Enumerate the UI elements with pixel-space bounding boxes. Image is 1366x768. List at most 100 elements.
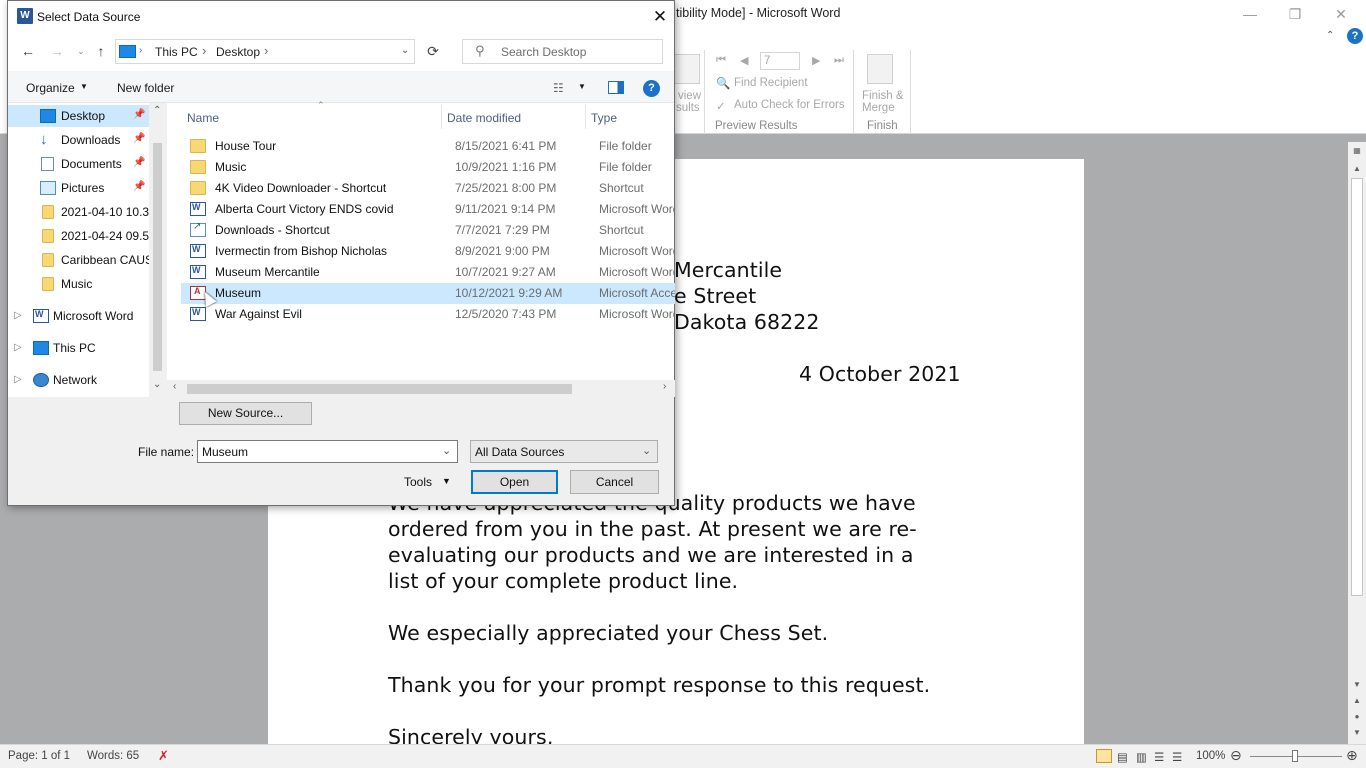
back-arrow-icon[interactable]: ← <box>19 42 37 60</box>
new-folder-button[interactable]: New folder <box>117 81 174 95</box>
first-record-icon[interactable]: ⏮ <box>716 54 726 67</box>
scroll-down-icon[interactable]: ⌄ <box>153 379 161 390</box>
file-row[interactable]: House Tour 8/15/2021 6:41 PM File folder <box>181 136 675 157</box>
preview-pane-icon[interactable] <box>608 81 624 94</box>
organize-button[interactable]: Organize <box>26 81 75 95</box>
view-options-icon[interactable]: ☷ <box>553 81 564 95</box>
restore-icon[interactable]: ❐ <box>1283 4 1307 24</box>
nav-item-desktop[interactable]: Desktop 📌 <box>8 105 149 127</box>
page-count[interactable]: Page: 1 of 1 <box>8 750 70 762</box>
file-name-input[interactable]: Museum ⌄ <box>197 440 458 463</box>
forward-arrow-icon[interactable]: → <box>48 42 66 60</box>
record-number-input[interactable]: 7 <box>760 52 800 70</box>
expand-chevron-icon[interactable]: ▷ <box>14 342 22 353</box>
horizontal-scrollbar[interactable]: ‹ › <box>167 380 675 397</box>
search-input[interactable]: ⚲ Search Desktop <box>462 39 663 64</box>
expand-chevron-icon[interactable]: ▷ <box>14 374 22 385</box>
draft-icon[interactable]: ☰ <box>1172 750 1182 764</box>
previous-page-icon[interactable]: ▲ <box>1348 694 1366 708</box>
file-row[interactable]: War Against Evil 12/5/2020 7:43 PM Micro… <box>181 304 675 325</box>
file-row[interactable]: Ivermectin from Bishop Nicholas 8/9/2021… <box>181 241 675 262</box>
print-layout-icon[interactable] <box>1096 749 1112 763</box>
previous-record-icon[interactable]: ◀ <box>740 54 748 67</box>
last-record-icon[interactable]: ⏭ <box>834 54 844 67</box>
nav-item-pictures[interactable]: Pictures 📌 <box>8 177 149 199</box>
browse-object-icon[interactable]: ● <box>1348 710 1366 724</box>
zoom-slider-thumb[interactable] <box>1292 750 1298 762</box>
recent-locations-chevron-icon[interactable]: ⌄ <box>72 42 90 60</box>
refresh-icon[interactable]: ⟳ <box>424 40 442 62</box>
file-row[interactable]: Museum Mercantile 10/7/2021 9:27 AM Micr… <box>181 262 675 283</box>
tools-button[interactable]: Tools ▼ <box>396 472 458 493</box>
navigation-scrollbar[interactable]: ⌃ ⌄ <box>149 103 166 397</box>
scroll-thumb[interactable] <box>153 143 162 371</box>
address-bar[interactable]: › This PC › Desktop › ⌄ <box>115 39 415 64</box>
dialog-titlebar[interactable]: W Select Data Source ✕ <box>8 1 674 32</box>
scroll-thumb[interactable] <box>1351 178 1363 596</box>
address-dropdown-icon[interactable]: ⌄ <box>401 45 409 56</box>
document-vertical-scrollbar[interactable]: ▦ ▲ ▼ ▲ ● ▼ <box>1348 142 1366 744</box>
breadcrumb-this-pc[interactable]: This PC <box>155 45 198 59</box>
nav-item-network[interactable]: ▷ Network <box>8 369 149 391</box>
scroll-down-icon[interactable]: ▼ <box>1348 678 1366 692</box>
next-record-icon[interactable]: ▶ <box>812 54 820 67</box>
nav-item-music[interactable]: Music <box>8 273 149 295</box>
breadcrumb-separator-icon[interactable]: › <box>202 43 206 58</box>
web-layout-icon[interactable]: ▥ <box>1136 750 1147 764</box>
close-icon[interactable]: ✕ <box>1329 4 1353 24</box>
file-row[interactable]: Downloads - Shortcut 7/7/2021 7:29 PM Sh… <box>181 220 675 241</box>
breadcrumb-separator-icon[interactable]: › <box>139 45 142 56</box>
up-arrow-icon[interactable]: ↑ <box>92 42 110 60</box>
nav-item-documents[interactable]: Documents 📌 <box>8 153 149 175</box>
chevron-down-icon[interactable]: ⌄ <box>442 444 451 457</box>
preview-results-icon[interactable] <box>674 54 700 84</box>
file-row[interactable]: 4K Video Downloader - Shortcut 7/25/2021… <box>181 178 675 199</box>
scroll-up-icon[interactable]: ⌃ <box>153 105 161 116</box>
scroll-left-icon[interactable]: ‹ <box>173 381 176 392</box>
zoom-level[interactable]: 100% <box>1196 750 1225 762</box>
full-screen-reading-icon[interactable]: ▤ <box>1117 750 1128 764</box>
ruler-toggle-icon[interactable]: ▦ <box>1348 144 1366 158</box>
breadcrumb-desktop[interactable]: Desktop <box>216 45 260 59</box>
preview-results-label-2[interactable]: sults <box>676 102 700 114</box>
word-count[interactable]: Words: 65 <box>87 750 139 762</box>
scroll-thumb[interactable] <box>187 384 572 394</box>
proofing-icon[interactable]: ✗ <box>158 748 169 764</box>
dialog-close-icon[interactable]: ✕ <box>648 6 672 28</box>
preview-results-label[interactable]: view <box>678 90 701 102</box>
new-source-button[interactable]: New Source... <box>179 402 312 425</box>
help-icon[interactable]: ? <box>1347 28 1363 44</box>
scroll-up-icon[interactable]: ▲ <box>1348 162 1366 176</box>
help-icon[interactable]: ? <box>643 80 660 97</box>
outline-icon[interactable]: ☰ <box>1154 750 1164 764</box>
nav-item-microsoft-word[interactable]: ▷ Microsoft Word <box>8 305 149 327</box>
finish-merge-label[interactable]: Finish & <box>862 90 904 102</box>
minimize-icon[interactable]: — <box>1238 4 1262 24</box>
expand-chevron-icon[interactable]: ▷ <box>14 310 22 321</box>
zoom-out-icon[interactable]: ⊖ <box>1230 747 1242 764</box>
open-button[interactable]: Open <box>471 470 558 494</box>
find-recipient-button[interactable]: Find Recipient <box>734 77 808 89</box>
file-type-select[interactable]: All Data Sources ⌄ <box>470 440 658 463</box>
nav-item-folder[interactable]: 2021-04-10 10.33 <box>8 201 149 223</box>
column-divider[interactable] <box>441 105 442 129</box>
nav-item-folder[interactable]: Caribbean CAUS <box>8 249 149 271</box>
file-row[interactable]: Alberta Court Victory ENDS covid 9/11/20… <box>181 199 675 220</box>
ribbon-collapse-icon[interactable]: ⌃ <box>1326 30 1334 41</box>
finish-merge-label-2[interactable]: Merge <box>862 102 895 114</box>
nav-item-downloads[interactable]: ↓ Downloads 📌 <box>8 129 149 151</box>
organize-dropdown-icon[interactable]: ▼ <box>80 82 88 91</box>
chevron-down-icon[interactable]: ⌄ <box>642 444 651 457</box>
file-row[interactable]: Music 10/9/2021 1:16 PM File folder <box>181 157 675 178</box>
view-dropdown-icon[interactable]: ▼ <box>578 82 586 91</box>
breadcrumb-separator-icon[interactable]: › <box>264 43 268 58</box>
nav-item-this-pc[interactable]: ▷ This PC <box>8 337 149 359</box>
auto-check-errors-button[interactable]: Auto Check for Errors <box>734 99 845 111</box>
finish-merge-icon[interactable] <box>867 54 893 84</box>
column-header-date[interactable]: Date modified <box>447 111 521 125</box>
column-header-name[interactable]: Name <box>187 111 219 125</box>
cancel-button[interactable]: Cancel <box>570 470 659 494</box>
next-page-icon[interactable]: ▼ <box>1348 726 1366 740</box>
scroll-right-icon[interactable]: › <box>663 381 666 392</box>
zoom-in-icon[interactable]: ⊕ <box>1346 747 1358 764</box>
